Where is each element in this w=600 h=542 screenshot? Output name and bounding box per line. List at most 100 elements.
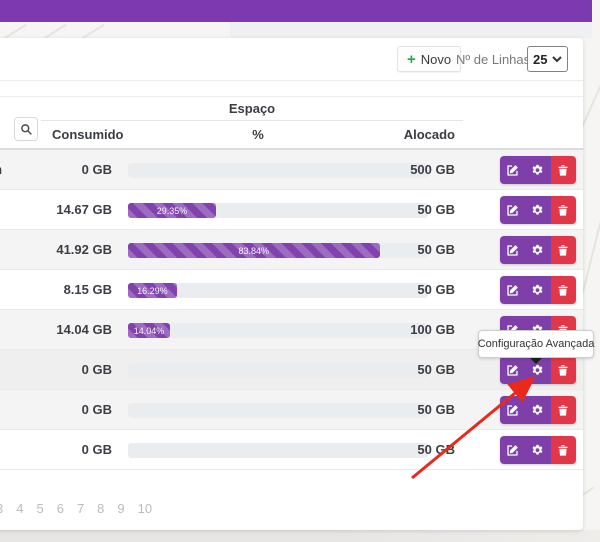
- row-allocated-value: 50 GB: [355, 402, 455, 417]
- usage-progress-fill: 14.04%: [128, 323, 170, 338]
- table-body: m 0 GB 500 GB: [0, 150, 583, 470]
- usage-percent-label: 29.35%: [157, 206, 188, 216]
- tooltip-pointer: [530, 358, 542, 370]
- row-allocated-value: 500 GB: [355, 162, 455, 177]
- table-row: 0 GB 50 GB: [0, 430, 583, 470]
- rows-per-page-label: Nº de Linhas: [456, 52, 530, 67]
- row-actions: [500, 196, 576, 224]
- delete-button[interactable]: [551, 156, 576, 184]
- row-actions: [500, 276, 576, 304]
- gear-icon: [531, 444, 544, 457]
- advanced-config-button[interactable]: [525, 436, 550, 464]
- gear-icon: [531, 284, 544, 297]
- row-allocated-value: 50 GB: [355, 282, 455, 297]
- edit-icon: [506, 244, 519, 257]
- usage-progress-fill: 29.35%: [128, 203, 216, 218]
- row-consumed-value: 41.92 GB: [0, 242, 112, 257]
- table-head-top-border: [0, 96, 583, 97]
- quota-table-card: + Novo Nº de Linhas 25 Espaço Consumido …: [0, 38, 583, 530]
- row-allocated-value: 50 GB: [355, 362, 455, 377]
- table-row: m 0 GB 500 GB: [0, 150, 583, 190]
- group-header-espaco: Espaço: [41, 101, 463, 116]
- column-header-consumido: Consumido: [52, 127, 124, 142]
- row-allocated-value: 50 GB: [355, 242, 455, 257]
- delete-button[interactable]: [551, 436, 576, 464]
- row-actions: [500, 236, 576, 264]
- search-icon: [20, 123, 33, 136]
- delete-button[interactable]: [551, 276, 576, 304]
- edit-icon: [506, 444, 519, 457]
- edit-icon: [506, 204, 519, 217]
- new-button[interactable]: + Novo: [397, 46, 461, 72]
- usage-progress-fill: 16.29%: [128, 283, 177, 298]
- advanced-config-button[interactable]: [525, 196, 550, 224]
- page-link-6[interactable]: 6: [57, 501, 64, 516]
- gear-icon: [531, 404, 544, 417]
- trash-icon: [557, 284, 569, 297]
- edit-icon: [506, 164, 519, 177]
- edit-button[interactable]: [500, 396, 525, 424]
- row-consumed-value: 0 GB: [0, 162, 112, 177]
- row-consumed-value: 8.15 GB: [0, 282, 112, 297]
- usage-percent-label: 14.04%: [134, 326, 165, 336]
- page-link-10[interactable]: 10: [138, 501, 152, 516]
- page-link-7[interactable]: 7: [77, 501, 84, 516]
- advanced-config-button[interactable]: [525, 396, 550, 424]
- trash-icon: [557, 364, 569, 377]
- tooltip-configuracao-avancada: Configuração Avançada: [478, 330, 594, 358]
- delete-button[interactable]: [551, 356, 576, 384]
- trash-icon: [557, 444, 569, 457]
- delete-button[interactable]: [551, 196, 576, 224]
- edit-button[interactable]: [500, 356, 525, 384]
- delete-button[interactable]: [551, 236, 576, 264]
- rows-per-page-select[interactable]: 25: [527, 46, 568, 72]
- rows-per-page-value: 25: [533, 52, 547, 67]
- usage-percent-label: 16.29%: [137, 286, 168, 296]
- row-consumed-value: 0 GB: [0, 362, 112, 377]
- trash-icon: [557, 164, 569, 177]
- row-consumed-value: 0 GB: [0, 402, 112, 417]
- group-header-underline: [41, 120, 463, 121]
- row-actions: [500, 436, 576, 464]
- row-consumed-value: 14.67 GB: [0, 202, 112, 217]
- new-button-label: Novo: [421, 52, 451, 67]
- row-consumed-value: 0 GB: [0, 442, 112, 457]
- page-link-4[interactable]: 4: [16, 501, 23, 516]
- trash-icon: [557, 244, 569, 257]
- advanced-config-button[interactable]: [525, 156, 550, 184]
- edit-button[interactable]: [500, 156, 525, 184]
- edit-button[interactable]: [500, 196, 525, 224]
- gear-icon: [531, 164, 544, 177]
- chevron-down-icon: [552, 56, 562, 63]
- background-band: [0, 530, 600, 542]
- trash-icon: [557, 204, 569, 217]
- row-actions: [500, 396, 576, 424]
- edit-button[interactable]: [500, 436, 525, 464]
- delete-button[interactable]: [551, 396, 576, 424]
- gear-icon: [531, 204, 544, 217]
- usage-progress-fill: 83.84%: [128, 243, 380, 258]
- edit-button[interactable]: [500, 236, 525, 264]
- advanced-config-button[interactable]: [525, 276, 550, 304]
- row-allocated-value: 100 GB: [355, 322, 455, 337]
- search-button[interactable]: [14, 117, 38, 141]
- page-link-3[interactable]: 3: [0, 501, 3, 516]
- table-row: 41.92 GB 83.84% 50 GB: [0, 230, 583, 270]
- table-row: 8.15 GB 16.29% 50 GB: [0, 270, 583, 310]
- edit-button[interactable]: [500, 276, 525, 304]
- edit-icon: [506, 364, 519, 377]
- row-consumed-value: 14.04 GB: [0, 322, 112, 337]
- toolbar-divider: [0, 80, 583, 81]
- gear-icon: [531, 244, 544, 257]
- table-row: 0 GB 50 GB: [0, 390, 583, 430]
- table-row: 14.67 GB 29.35% 50 GB: [0, 190, 583, 230]
- page-link-9[interactable]: 9: [117, 501, 124, 516]
- page-link-5[interactable]: 5: [36, 501, 43, 516]
- page-link-8[interactable]: 8: [97, 501, 104, 516]
- app-topbar: [0, 0, 592, 22]
- advanced-config-button[interactable]: [525, 236, 550, 264]
- row-allocated-value: 50 GB: [355, 202, 455, 217]
- column-header-alocado: Alocado: [355, 127, 455, 142]
- column-header-percent: %: [128, 127, 388, 142]
- plus-icon: +: [407, 52, 416, 67]
